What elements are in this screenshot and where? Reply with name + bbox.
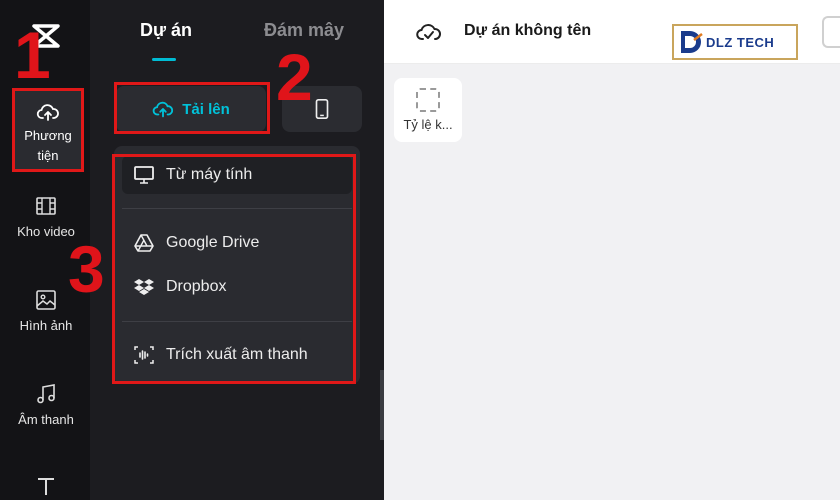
music-note-icon: [37, 384, 55, 404]
project-title[interactable]: Dự án không tên: [464, 22, 591, 40]
rail-item-label: Âm thanh: [18, 412, 74, 427]
rail-item-label: Kho video: [17, 224, 75, 239]
annotation-number-2: 2: [276, 40, 313, 114]
text-icon: [38, 478, 54, 495]
tab-cloud[interactable]: Đám mây: [264, 20, 344, 41]
image-icon: [36, 290, 56, 310]
annotation-number-1: 1: [14, 18, 51, 92]
cloud-saved-icon: [416, 24, 442, 40]
rail-item-text[interactable]: [10, 474, 82, 500]
brand-watermark: DLZ TECH: [672, 24, 798, 60]
smartphone-icon: [315, 99, 329, 119]
aspect-ratio-label: Tỷ lệ k...: [403, 117, 453, 132]
brand-logo-icon: [681, 31, 703, 53]
annotation-number-3: 3: [68, 232, 105, 306]
film-icon: [36, 197, 56, 215]
rail-item-audio[interactable]: Âm thanh: [10, 382, 82, 430]
toolbar-button-partial[interactable]: [822, 16, 840, 48]
annotation-box-3: [112, 154, 356, 384]
tab-project[interactable]: Dự án: [140, 20, 192, 41]
aspect-ratio-icon: [416, 88, 440, 112]
active-tab-indicator: [152, 58, 176, 61]
rail-item-label: Hình ảnh: [19, 318, 73, 333]
annotation-box-2: [114, 82, 270, 134]
aspect-ratio-button[interactable]: Tỷ lệ k...: [394, 78, 462, 142]
annotation-box-1: [12, 88, 84, 172]
brand-name: DLZ TECH: [706, 34, 775, 50]
top-bar: Dự án không tên DLZ TECH: [384, 0, 840, 64]
